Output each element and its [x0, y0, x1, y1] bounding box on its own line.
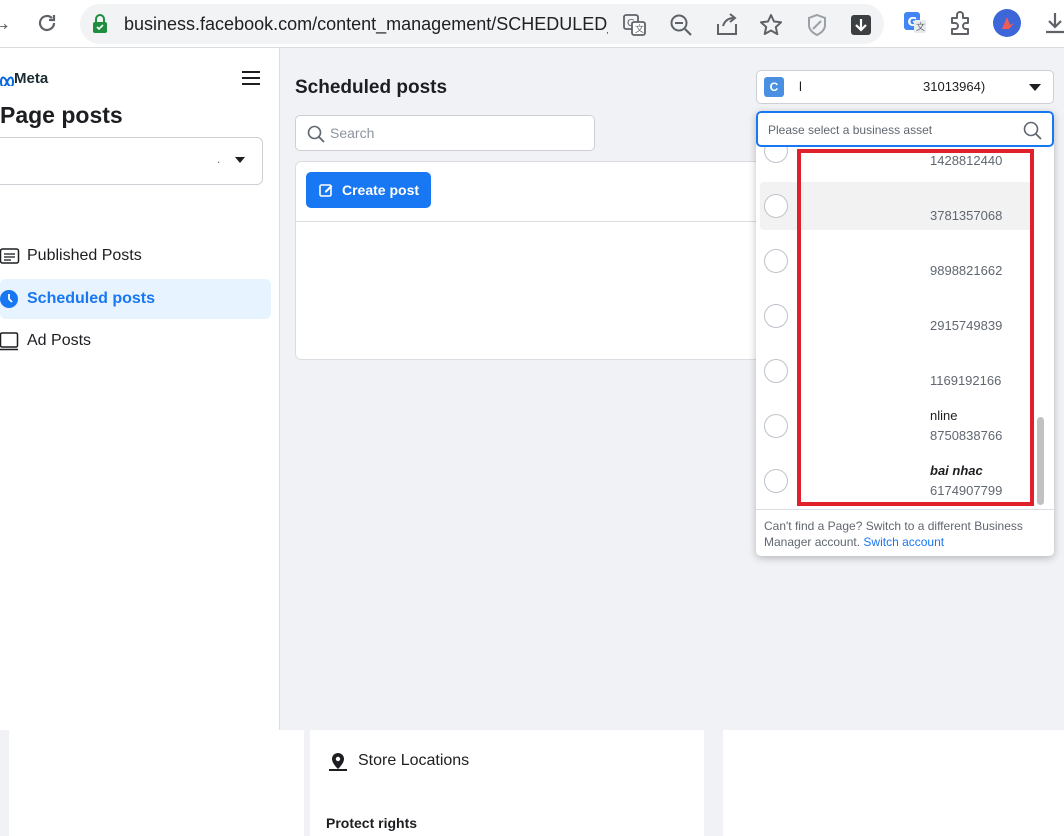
meta-infinity-icon — [0, 76, 15, 88]
scrollbar[interactable] — [1037, 417, 1044, 505]
switch-account-link[interactable]: Switch account — [863, 535, 944, 549]
bottom-card: Store Locations Protect rights — [310, 730, 704, 836]
published-posts-icon — [0, 248, 20, 264]
bottom-card — [723, 730, 1064, 836]
create-post-label: Create post — [342, 182, 420, 198]
radio-button[interactable] — [764, 359, 788, 383]
bottom-strip: Store Locations Protect rights — [0, 730, 1064, 836]
radio-button[interactable] — [764, 304, 788, 328]
page-title: Scheduled posts — [295, 77, 448, 98]
svg-text:文: 文 — [916, 21, 925, 33]
account-id: 31013964) — [923, 79, 986, 94]
sidebar-item-label: Ad Posts — [27, 332, 92, 349]
extensions-icon[interactable] — [946, 8, 976, 38]
sidebar-title: Page posts — [0, 102, 123, 128]
red-highlight-annotation — [797, 149, 1034, 506]
divider — [296, 221, 766, 222]
radio-button[interactable] — [764, 249, 788, 273]
profile-avatar-icon[interactable] — [992, 8, 1022, 38]
sidebar-item-published-posts[interactable]: Published Posts — [0, 236, 271, 276]
protect-rights-label[interactable]: Protect rights — [326, 815, 417, 831]
radio-button[interactable] — [764, 469, 788, 493]
post-search[interactable] — [295, 115, 595, 151]
radio-button[interactable] — [764, 194, 788, 218]
account-name: l — [799, 79, 802, 94]
sidebar-item-scheduled-posts[interactable]: Scheduled posts — [0, 279, 271, 319]
meta-logo[interactable]: Meta — [0, 70, 48, 88]
google-translate-extension-icon[interactable]: G文 — [900, 8, 930, 38]
clock-icon — [0, 290, 18, 308]
meta-logo-text: Meta — [14, 70, 49, 87]
radio-button[interactable] — [764, 147, 788, 163]
sidebar-item-label: Published Posts — [27, 247, 142, 264]
browser-toolbar: → business.facebook.com/content_manageme… — [0, 0, 1064, 48]
page-select[interactable]: . — [0, 137, 263, 185]
business-account-select[interactable]: C l 31013964) — [756, 70, 1054, 104]
dropdown-footer: Can't find a Page? Switch to a different… — [756, 509, 1054, 556]
page-select-value: . — [217, 152, 221, 166]
chevron-down-icon — [1029, 84, 1041, 91]
forward-icon[interactable]: → — [0, 8, 16, 38]
search-icon — [307, 125, 325, 143]
edit-icon — [319, 184, 333, 197]
search-icon — [1023, 121, 1042, 140]
sidebar-item-label: Scheduled posts — [27, 290, 156, 307]
share-icon[interactable] — [714, 12, 740, 38]
download-icon[interactable] — [848, 12, 874, 38]
reload-icon[interactable] — [32, 8, 62, 38]
radio-button[interactable] — [764, 414, 788, 438]
posts-card: Create post — [295, 161, 766, 360]
svg-text:文: 文 — [635, 23, 644, 35]
hamburger-menu-icon[interactable] — [240, 68, 262, 88]
download-arrow-icon[interactable] — [1040, 8, 1064, 38]
address-bar[interactable]: business.facebook.com/content_management… — [80, 4, 884, 44]
asset-search-input[interactable] — [768, 121, 1018, 139]
account-badge: C — [764, 77, 784, 97]
sidebar: Meta Page posts . Published Posts Schedu… — [0, 48, 280, 730]
shield-icon[interactable] — [804, 12, 830, 38]
store-locations-label[interactable]: Store Locations — [358, 752, 469, 770]
create-post-button[interactable]: Create post — [306, 172, 431, 208]
zoom-out-icon[interactable] — [668, 12, 694, 38]
sidebar-item-ad-posts[interactable]: Ad Posts — [0, 321, 271, 361]
asset-search[interactable] — [756, 111, 1054, 147]
star-icon[interactable] — [758, 12, 784, 38]
map-pin-icon — [329, 753, 347, 771]
ad-posts-icon — [0, 332, 19, 351]
chevron-down-icon — [235, 157, 245, 163]
url-text[interactable]: business.facebook.com/content_management… — [124, 14, 608, 36]
translate-icon[interactable]: G文 — [622, 12, 648, 38]
search-input[interactable] — [330, 123, 580, 143]
bottom-card — [9, 730, 304, 836]
lock-icon — [93, 14, 107, 33]
